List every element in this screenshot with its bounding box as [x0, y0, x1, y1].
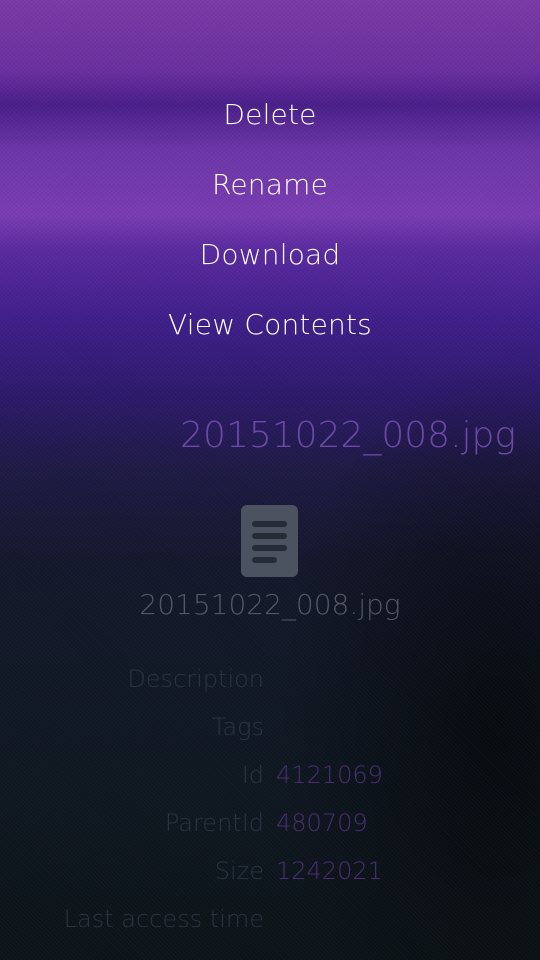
download-menu-item[interactable]: Download: [0, 220, 540, 290]
detail-label: Last access time: [63, 905, 264, 933]
detail-value: 1242021: [276, 857, 383, 885]
detail-row-tags: Tags: [0, 703, 540, 751]
detail-row-description: Description: [0, 655, 540, 703]
detail-label: Id: [241, 761, 264, 789]
detail-row-parent-id: ParentId 480709: [0, 799, 540, 847]
detail-value: 480709: [276, 809, 368, 837]
detail-row-size: Size 1242021: [0, 847, 540, 895]
view-contents-menu-item[interactable]: View Contents: [0, 290, 540, 360]
document-icon: [241, 505, 298, 577]
detail-label: Description: [127, 665, 264, 693]
delete-menu-item[interactable]: Delete: [0, 80, 540, 150]
detail-label: Size: [214, 857, 264, 885]
detail-row-id: Id 4121069: [0, 751, 540, 799]
detail-row-last-access-time: Last access time: [0, 895, 540, 943]
detail-label: ParentId: [164, 809, 264, 837]
detail-value: 4121069: [276, 761, 383, 789]
pulley-menu: Delete Rename Download View Contents: [0, 80, 540, 360]
file-name: 20151022_008.jpg: [139, 588, 401, 621]
page-title: 20151022_008.jpg: [180, 415, 516, 456]
detail-label: Tags: [211, 713, 264, 741]
detail-list: Description Tags Id 4121069 ParentId 480…: [0, 655, 540, 943]
rename-menu-item[interactable]: Rename: [0, 150, 540, 220]
